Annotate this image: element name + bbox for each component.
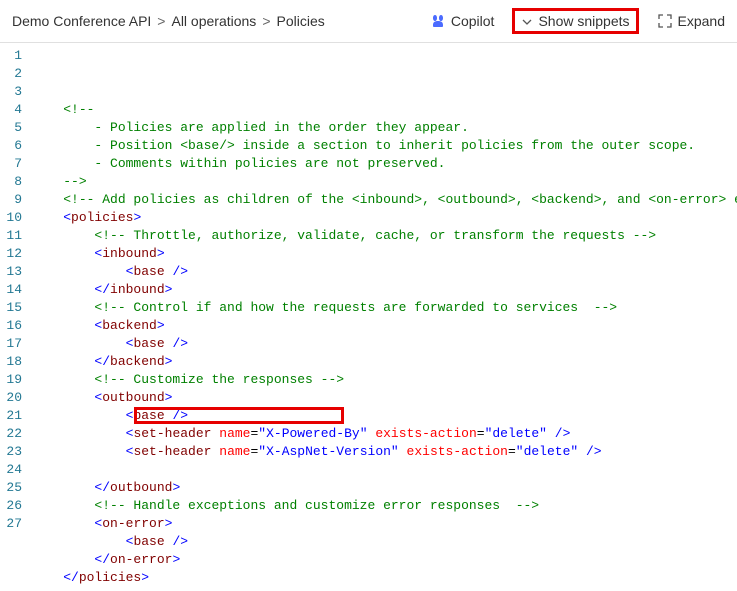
expand-button[interactable]: Expand (657, 13, 725, 29)
code-line[interactable]: <base /> (32, 533, 737, 551)
line-number: 11 (6, 227, 22, 245)
code-line[interactable]: </outbound> (32, 479, 737, 497)
line-number: 2 (6, 65, 22, 83)
line-number: 3 (6, 83, 22, 101)
code-line[interactable]: <policies> (32, 209, 737, 227)
code-content[interactable]: <!-- - Policies are applied in the order… (32, 43, 737, 591)
expand-label: Expand (678, 13, 725, 29)
editor-header: Demo Conference API > All operations > P… (0, 0, 737, 43)
code-editor[interactable]: 1234567891011121314151617181920212223242… (0, 43, 737, 591)
line-number: 5 (6, 119, 22, 137)
code-line[interactable]: <!-- Add policies as children of the <in… (32, 191, 737, 209)
line-number: 24 (6, 461, 22, 479)
line-number: 1 (6, 47, 22, 65)
line-number-gutter: 1234567891011121314151617181920212223242… (0, 43, 32, 591)
breadcrumb: Demo Conference API > All operations > P… (12, 13, 325, 29)
line-number: 7 (6, 155, 22, 173)
code-line[interactable]: <set-header name="X-AspNet-Version" exis… (32, 443, 737, 461)
line-number: 26 (6, 497, 22, 515)
line-number: 15 (6, 299, 22, 317)
code-line[interactable]: <outbound> (32, 389, 737, 407)
copilot-icon (430, 13, 446, 29)
code-line[interactable]: <!-- Throttle, authorize, validate, cach… (32, 227, 737, 245)
code-line[interactable]: <!-- Control if and how the requests are… (32, 299, 737, 317)
code-line[interactable]: --> (32, 173, 737, 191)
code-line[interactable]: <!-- (32, 101, 737, 119)
code-line[interactable]: </backend> (32, 353, 737, 371)
line-number: 22 (6, 425, 22, 443)
breadcrumb-item[interactable]: Policies (277, 13, 325, 29)
line-number: 9 (6, 191, 22, 209)
breadcrumb-item[interactable]: Demo Conference API (12, 13, 151, 29)
line-number: 17 (6, 335, 22, 353)
code-line[interactable]: <!-- Customize the responses --> (32, 371, 737, 389)
line-number: 20 (6, 389, 22, 407)
line-number: 8 (6, 173, 22, 191)
line-number: 25 (6, 479, 22, 497)
line-number: 6 (6, 137, 22, 155)
code-line[interactable]: <base /> (32, 335, 737, 353)
code-line[interactable]: <set-header name="X-Powered-By" exists-a… (32, 425, 737, 443)
line-number: 19 (6, 371, 22, 389)
code-line[interactable]: <!-- Handle exceptions and customize err… (32, 497, 737, 515)
code-line[interactable]: <base /> (32, 263, 737, 281)
breadcrumb-item[interactable]: All operations (171, 13, 256, 29)
copilot-button[interactable]: Copilot (430, 13, 495, 29)
code-line[interactable]: <backend> (32, 317, 737, 335)
expand-icon (657, 13, 673, 29)
line-number: 27 (6, 515, 22, 533)
code-line[interactable]: - Policies are applied in the order they… (32, 119, 737, 137)
code-line[interactable]: <on-error> (32, 515, 737, 533)
line-number: 12 (6, 245, 22, 263)
line-number: 13 (6, 263, 22, 281)
breadcrumb-separator: > (262, 13, 270, 29)
code-line[interactable]: <inbound> (32, 245, 737, 263)
show-snippets-button[interactable]: Show snippets (512, 8, 638, 34)
code-line[interactable]: - Position <base/> inside a section to i… (32, 137, 737, 155)
copilot-label: Copilot (451, 13, 495, 29)
code-line[interactable]: - Comments within policies are not prese… (32, 155, 737, 173)
breadcrumb-separator: > (157, 13, 165, 29)
line-number: 14 (6, 281, 22, 299)
line-number: 10 (6, 209, 22, 227)
toolbar: Copilot Show snippets Expand (430, 8, 725, 34)
code-line[interactable]: </inbound> (32, 281, 737, 299)
line-number: 4 (6, 101, 22, 119)
line-number: 23 (6, 443, 22, 461)
show-snippets-label: Show snippets (538, 13, 629, 29)
annotation-highlight (134, 407, 344, 424)
line-number: 18 (6, 353, 22, 371)
chevron-down-icon (521, 15, 533, 27)
line-number: 16 (6, 317, 22, 335)
code-line[interactable]: </on-error> (32, 551, 737, 569)
code-line[interactable]: </policies> (32, 569, 737, 587)
code-line[interactable] (32, 461, 737, 479)
line-number: 21 (6, 407, 22, 425)
